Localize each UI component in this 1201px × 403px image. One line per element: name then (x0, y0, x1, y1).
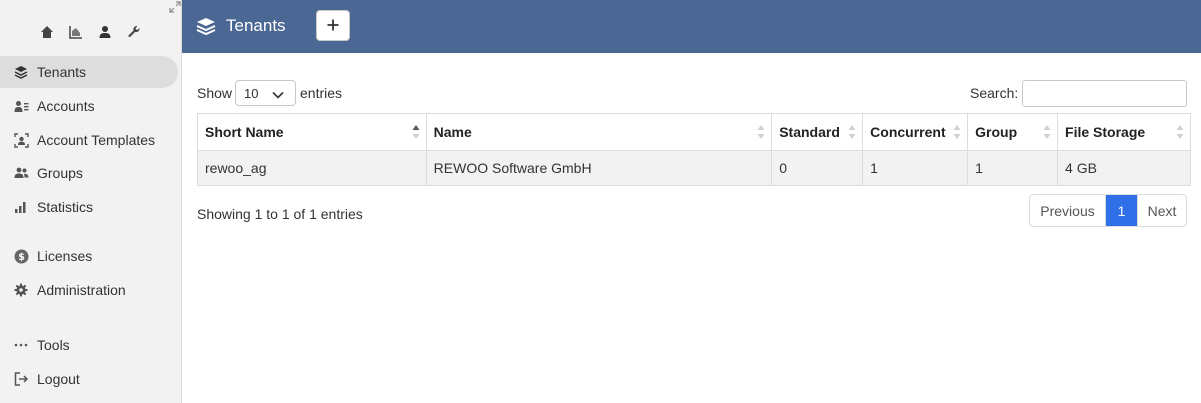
quick-links (38, 23, 154, 41)
collapse-sidebar-icon[interactable] (168, 0, 182, 14)
column-header-group[interactable]: Group (967, 113, 1059, 151)
page-header: Tenants (182, 0, 1201, 53)
layers-icon (196, 17, 216, 36)
plus-icon (327, 18, 339, 34)
ellipsis-icon (13, 337, 29, 353)
search-input[interactable] (1022, 80, 1187, 107)
sidebar-item-account-templates[interactable]: Account Templates (0, 124, 178, 156)
user-frame-icon (13, 132, 29, 148)
logout-icon (13, 371, 29, 387)
cell-group: 1 (967, 150, 1059, 186)
pagination: Previous 1 Next (1029, 194, 1187, 227)
sidebar-item-label: Tools (37, 337, 70, 353)
chevron-down-icon (272, 88, 284, 99)
page-1-button[interactable]: 1 (1106, 195, 1137, 226)
column-header-standard[interactable]: Standard (771, 113, 864, 151)
cell-short-name: rewoo_ag (197, 150, 427, 186)
sidebar-item-label: Logout (37, 371, 80, 387)
table-info: Showing 1 to 1 of 1 entries (197, 206, 363, 222)
sidebar-item-label: Account Templates (37, 132, 156, 148)
sidebar-item-label: Tenants (37, 64, 87, 80)
sort-icon (1176, 124, 1184, 140)
user-icon[interactable] (96, 23, 114, 41)
sidebar-item-tenants[interactable]: Tenants (0, 56, 178, 88)
wrench-icon[interactable] (125, 23, 143, 41)
table-header-row: Short Name Name Standard Concurrent Grou… (197, 113, 1191, 151)
table-row[interactable]: rewoo_ag REWOO Software GmbH 0 1 1 4 GB (197, 150, 1191, 186)
sort-icon (848, 124, 856, 140)
users-icon (13, 165, 29, 181)
tenants-table: Short Name Name Standard Concurrent Grou… (197, 113, 1191, 186)
sidebar: Tenants Accounts Account Templates Group… (0, 0, 182, 403)
column-header-short-name[interactable]: Short Name (197, 113, 427, 151)
sidebar-item-groups[interactable]: Groups (0, 157, 178, 189)
sort-icon (1043, 124, 1051, 140)
entries-label: entries (300, 85, 343, 101)
sidebar-item-statistics[interactable]: Statistics (0, 191, 178, 223)
layers-icon (13, 64, 29, 80)
sidebar-item-label: Licenses (37, 248, 93, 264)
page-length-value: 10 (244, 85, 259, 101)
sidebar-item-accounts[interactable]: Accounts (0, 90, 178, 122)
sort-icon (757, 124, 765, 140)
cell-standard: 0 (771, 150, 864, 186)
svg-text:$: $ (18, 252, 25, 263)
sidebar-item-label: Administration (37, 282, 126, 298)
sidebar-item-tools[interactable]: Tools (0, 329, 178, 361)
next-page-button[interactable]: Next (1137, 195, 1186, 226)
sidebar-item-label: Statistics (37, 199, 94, 215)
sort-ascending-icon (412, 124, 420, 140)
sidebar-item-label: Accounts (37, 98, 95, 114)
show-label: Show (197, 85, 233, 101)
chart-area-icon[interactable] (67, 23, 85, 41)
sidebar-item-administration[interactable]: Administration (0, 274, 178, 306)
cell-concurrent: 1 (862, 150, 969, 186)
sort-icon (953, 124, 961, 140)
previous-page-button[interactable]: Previous (1030, 195, 1106, 226)
dollar-circle-icon: $ (13, 248, 29, 264)
search-label: Search: (970, 85, 1019, 101)
page-title: Tenants (226, 16, 286, 35)
column-header-file-storage[interactable]: File Storage (1057, 113, 1191, 151)
gear-icon (13, 282, 29, 298)
sidebar-item-licenses[interactable]: $ Licenses (0, 240, 178, 272)
home-icon[interactable] (38, 23, 56, 41)
cell-file-storage: 4 GB (1057, 150, 1191, 186)
page-length-select[interactable]: 10 (235, 80, 296, 106)
column-header-concurrent[interactable]: Concurrent (862, 113, 969, 151)
bar-chart-icon (13, 199, 29, 215)
sidebar-item-logout[interactable]: Logout (0, 363, 178, 395)
sidebar-item-label: Groups (37, 165, 83, 181)
add-tenant-button[interactable] (316, 10, 350, 41)
cell-name: REWOO Software GmbH (425, 150, 773, 186)
user-list-icon (13, 98, 29, 114)
column-header-name[interactable]: Name (425, 113, 773, 151)
